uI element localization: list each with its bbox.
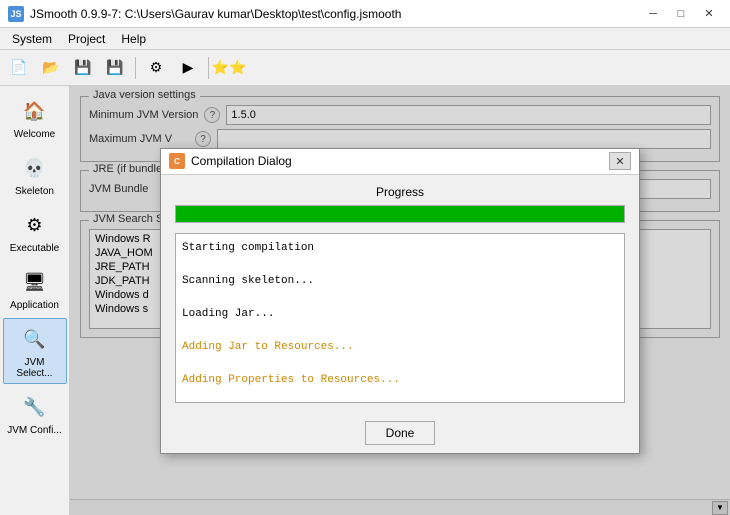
sidebar: 🏠 Welcome 💀 Skeleton ⚙ Executable 🖥 Appl… xyxy=(0,86,70,515)
save-as-button[interactable]: 💾 xyxy=(100,54,130,82)
jvm-select-icon: 🔍 xyxy=(19,323,51,355)
skeleton-icon: 💀 xyxy=(19,152,51,184)
close-window-button[interactable]: ✕ xyxy=(696,4,722,24)
menu-system[interactable]: System xyxy=(4,30,60,48)
save-button[interactable]: 💾 xyxy=(68,54,98,82)
title-bar-controls: ─ □ ✕ xyxy=(640,4,722,24)
dialog-close-button[interactable]: ✕ xyxy=(609,152,631,170)
modal-overlay: C Compilation Dialog ✕ Progress Starting… xyxy=(70,86,730,515)
progress-bar-container xyxy=(175,205,625,223)
application-icon: 🖥 xyxy=(19,266,51,298)
dialog-title-bar: C Compilation Dialog ✕ xyxy=(161,149,639,175)
window-title: JSmooth 0.9.9-7: C:\Users\Gaurav kumar\D… xyxy=(30,7,640,21)
maximize-button[interactable]: □ xyxy=(668,4,694,24)
dialog-icon: C xyxy=(169,153,185,169)
sidebar-item-jvm-config[interactable]: 🔧 JVM Confi... xyxy=(3,386,67,441)
menu-help[interactable]: Help xyxy=(113,30,154,48)
progress-label: Progress xyxy=(175,185,625,199)
sidebar-item-application[interactable]: 🖥 Application xyxy=(3,261,67,316)
dialog-footer: Done xyxy=(161,413,639,453)
main-layout: 🏠 Welcome 💀 Skeleton ⚙ Executable 🖥 Appl… xyxy=(0,86,730,515)
open-button[interactable]: 📂 xyxy=(36,54,66,82)
dialog-body: Progress Starting compilation Scanning s… xyxy=(161,175,639,413)
settings-button[interactable]: ⚙ xyxy=(141,54,171,82)
menu-bar: System Project Help xyxy=(0,28,730,50)
dialog-title: Compilation Dialog xyxy=(191,154,609,168)
sidebar-item-jvm-select[interactable]: 🔍 JVM Select... xyxy=(3,318,67,384)
log-line-3: Loading Jar... xyxy=(182,306,618,323)
menu-project[interactable]: Project xyxy=(60,30,113,48)
sidebar-item-welcome[interactable]: 🏠 Welcome xyxy=(3,90,67,145)
stars-button[interactable]: ⭐⭐ xyxy=(214,54,244,82)
log-line-1: Starting compilation xyxy=(182,240,618,257)
toolbar: 📄 📂 💾 💾 ⚙ ▶ ⭐⭐ xyxy=(0,50,730,86)
title-bar: JS JSmooth 0.9.9-7: C:\Users\Gaurav kuma… xyxy=(0,0,730,28)
log-line-4: Adding Jar to Resources... xyxy=(182,339,618,356)
jvm-config-icon: 🔧 xyxy=(19,391,51,423)
sidebar-item-executable[interactable]: ⚙ Executable xyxy=(3,204,67,259)
log-area: Starting compilation Scanning skeleton..… xyxy=(175,233,625,403)
toolbar-separator-2 xyxy=(208,57,209,79)
toolbar-separator-1 xyxy=(135,57,136,79)
log-line-5: Adding Properties to Resources... xyxy=(182,372,618,389)
progress-bar-fill xyxy=(176,206,624,222)
executable-icon: ⚙ xyxy=(19,209,51,241)
sidebar-item-skeleton[interactable]: 💀 Skeleton xyxy=(3,147,67,202)
done-button[interactable]: Done xyxy=(365,421,436,445)
new-button[interactable]: 📄 xyxy=(4,54,34,82)
compilation-dialog: C Compilation Dialog ✕ Progress Starting… xyxy=(160,148,640,454)
minimize-button[interactable]: ─ xyxy=(640,4,666,24)
app-icon: JS xyxy=(8,6,24,22)
welcome-icon: 🏠 xyxy=(19,95,51,127)
log-line-2: Scanning skeleton... xyxy=(182,273,618,290)
run-button[interactable]: ▶ xyxy=(173,54,203,82)
content-area: Java version settings Minimum JVM Versio… xyxy=(70,86,730,515)
